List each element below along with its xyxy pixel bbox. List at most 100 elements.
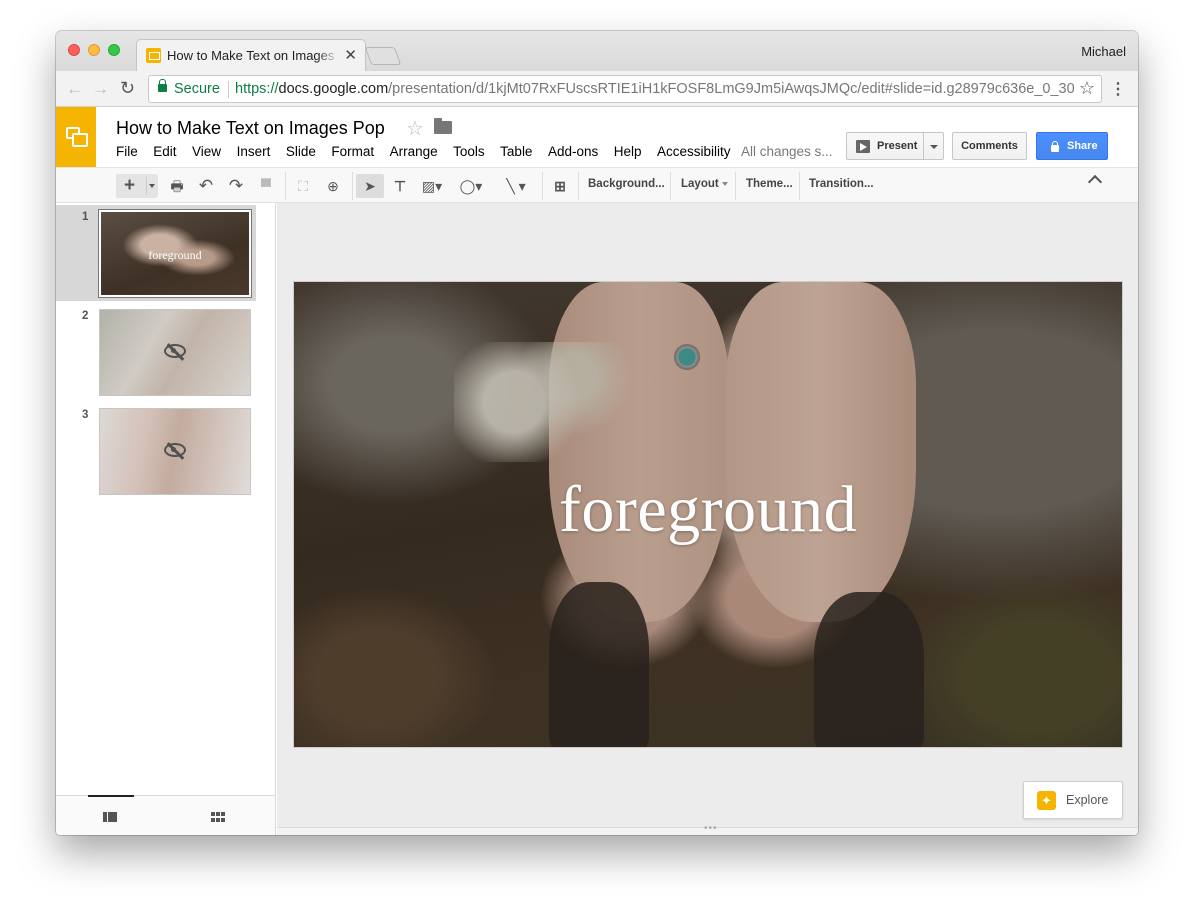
slide-thumbnail[interactable]: foreground	[98, 209, 252, 298]
hidden-slide-icon	[164, 443, 186, 457]
slide-canvas: foreground ✦ Explore •••	[277, 203, 1138, 835]
menu-arrange[interactable]: Arrange	[390, 144, 438, 159]
browser-menu-icon[interactable]: ⋮	[1110, 79, 1126, 99]
maximize-window-button[interactable]	[108, 44, 120, 56]
hidden-slide-icon	[164, 344, 186, 358]
layout-label: Layout	[681, 178, 719, 190]
zoom-icon[interactable]: ⊕	[322, 174, 344, 198]
editing-toolbar: + 🖶 ↶ ↷ ▀ ⛶ ⊕ ➤ ⊤ ▨▾ ◯▾ ╲ ▾ ⊞ Background…	[56, 167, 1138, 203]
grid-view-icon[interactable]	[211, 812, 225, 822]
menu-view[interactable]: View	[192, 144, 221, 159]
url-scheme: https://	[235, 81, 279, 97]
minimize-window-button[interactable]	[88, 44, 100, 56]
menu-insert[interactable]: Insert	[237, 144, 271, 159]
secure-label: Secure	[174, 81, 220, 97]
bookmark-star-icon[interactable]: ☆	[1079, 78, 1095, 99]
save-status[interactable]: All changes s...	[741, 144, 833, 159]
menu-file[interactable]: File	[116, 144, 138, 159]
print-icon[interactable]: 🖶	[166, 174, 188, 198]
shape-icon[interactable]: ◯▾	[454, 174, 488, 198]
image-icon[interactable]: ▨▾	[417, 174, 447, 198]
tab-title: How to Make Text on Images Pop	[167, 48, 339, 63]
menu-add-ons[interactable]: Add-ons	[548, 144, 598, 159]
share-label: Share	[1067, 140, 1098, 152]
url-text[interactable]: https://docs.google.com/presentation/d/1…	[235, 81, 1075, 97]
slide-number: 1	[82, 211, 89, 223]
present-label: Present	[877, 140, 918, 152]
document-title[interactable]: How to Make Text on Images Pop	[116, 118, 385, 139]
paint-format-icon[interactable]: ▀	[255, 174, 277, 198]
slide-number: 2	[82, 310, 89, 322]
profile-name[interactable]: Michael	[1081, 44, 1126, 59]
slides-favicon-icon	[146, 48, 161, 63]
slide-thumbnail-row[interactable]: 3	[56, 403, 256, 499]
comments-button[interactable]: Comments	[952, 132, 1027, 160]
slide-editor[interactable]: foreground	[293, 281, 1123, 748]
slide-thumbnail[interactable]	[99, 309, 251, 396]
slide-thumbnail-row[interactable]: 1 foreground	[56, 205, 256, 301]
toolbar-divider	[542, 172, 543, 200]
present-button[interactable]: Present	[846, 132, 944, 160]
toolbar-divider	[799, 172, 800, 200]
collapse-toolbar-icon[interactable]	[1087, 174, 1103, 190]
toolbar-divider	[670, 172, 671, 200]
line-icon[interactable]: ╲ ▾	[496, 174, 536, 198]
toolbar-divider	[735, 172, 736, 200]
present-dropdown-icon[interactable]	[930, 145, 938, 149]
tab-strip: How to Make Text on Images Pop ✕ Michael	[56, 31, 1138, 71]
close-window-button[interactable]	[68, 44, 80, 56]
share-button[interactable]: Share	[1036, 132, 1108, 160]
text-box-icon[interactable]: ⊤	[389, 174, 411, 198]
thumbnail-text: foreground	[148, 248, 202, 262]
menu-accessibility[interactable]: Accessibility	[657, 144, 731, 159]
reload-icon[interactable]: ↻	[120, 78, 135, 99]
menu-bar: File Edit View Insert Slide Format Arran…	[116, 144, 746, 159]
slides-header: How to Make Text on Images Pop ☆ File Ed…	[56, 107, 1138, 167]
transition-button[interactable]: Transition...	[809, 178, 874, 190]
zoom-fit-icon[interactable]: ⛶	[292, 174, 314, 198]
menu-tools[interactable]: Tools	[453, 144, 485, 159]
layout-button[interactable]: Layout	[681, 178, 728, 190]
tab-close-icon[interactable]: ✕	[344, 46, 357, 64]
plus-icon: +	[124, 175, 136, 196]
select-cursor-icon[interactable]: ➤	[356, 174, 384, 198]
folder-icon[interactable]	[434, 118, 452, 134]
share-lock-icon	[1051, 141, 1059, 152]
star-icon[interactable]: ☆	[406, 116, 424, 141]
address-bar[interactable]: Secure https://docs.google.com/presentat…	[148, 75, 1102, 103]
explore-icon: ✦	[1037, 791, 1056, 810]
new-slide-button[interactable]: +	[116, 174, 158, 198]
slide-filmstrip: 1 foreground 2 3	[56, 203, 276, 835]
present-split-divider	[923, 133, 924, 159]
url-path: /presentation/d/1kjMt07RxFUscsRTIE1iH1kF…	[388, 81, 1075, 97]
menu-help[interactable]: Help	[614, 144, 642, 159]
background-button[interactable]: Background...	[588, 178, 665, 190]
new-slide-dropdown-icon[interactable]	[149, 184, 155, 188]
filmstrip-view-icon[interactable]	[103, 812, 117, 822]
slide-number: 3	[82, 409, 89, 421]
resize-handle-icon[interactable]: •••	[704, 823, 718, 834]
redo-icon[interactable]: ↷	[225, 174, 247, 198]
explore-button[interactable]: ✦ Explore	[1023, 781, 1123, 819]
slide-thumbnail[interactable]	[99, 408, 251, 495]
slide-title-text[interactable]: foreground	[294, 472, 1122, 548]
browser-tab[interactable]: How to Make Text on Images Pop ✕	[136, 39, 366, 71]
forward-arrow-icon[interactable]: →	[92, 79, 109, 99]
back-arrow-icon[interactable]: ←	[66, 79, 83, 99]
theme-button[interactable]: Theme...	[746, 178, 793, 190]
present-play-icon	[856, 140, 870, 153]
insert-comment-icon[interactable]: ⊞	[548, 174, 572, 198]
menu-slide[interactable]: Slide	[286, 144, 316, 159]
slides-logo-icon[interactable]	[56, 107, 96, 167]
layout-dropdown-icon	[721, 181, 728, 186]
menu-edit[interactable]: Edit	[153, 144, 176, 159]
menu-format[interactable]: Format	[331, 144, 374, 159]
lock-icon	[158, 79, 167, 92]
undo-icon[interactable]: ↶	[195, 174, 217, 198]
slide-thumbnail-row[interactable]: 2	[56, 304, 256, 400]
new-tab-button[interactable]	[364, 47, 402, 65]
menu-table[interactable]: Table	[500, 144, 532, 159]
explore-label: Explore	[1066, 793, 1109, 807]
browser-toolbar: ← → ↻ Secure https://docs.google.com/pre…	[56, 71, 1138, 107]
toolbar-divider	[285, 172, 286, 200]
